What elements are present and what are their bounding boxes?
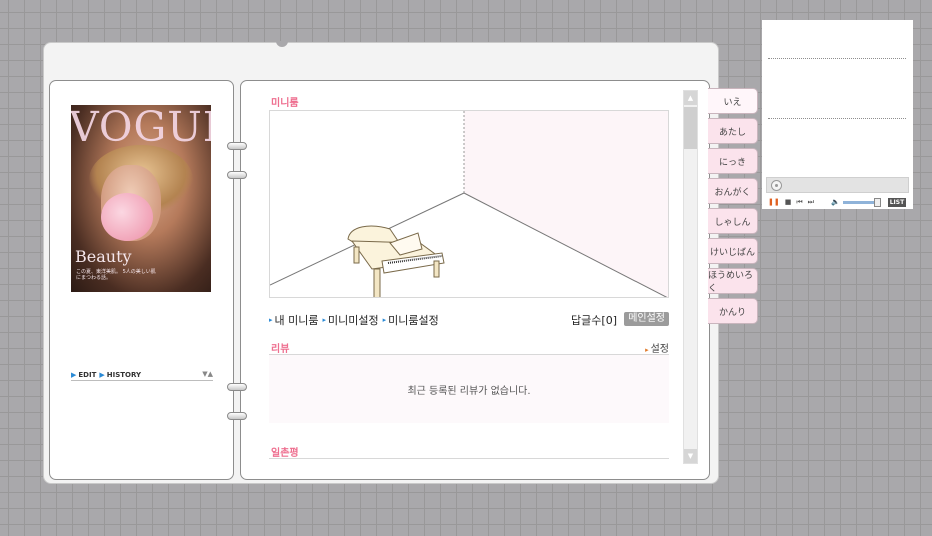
miniroom-canvas[interactable] xyxy=(269,110,669,298)
player-divider xyxy=(768,58,906,59)
triangle-right-icon: ▸ xyxy=(269,316,273,324)
profile-edit-bar: ▶ EDIT ▶ HISTORY ▼▲ xyxy=(71,369,213,381)
player-controls: ❚❚ ■ ⏮ ⏭ 🔈 LIST xyxy=(768,197,908,207)
edit-link[interactable]: EDIT xyxy=(78,371,96,379)
stop-icon[interactable]: ■ xyxy=(785,198,792,206)
binder-notch xyxy=(276,41,288,47)
reply-count[interactable]: 답글수[0] xyxy=(571,312,617,328)
pause-icon[interactable]: ❚❚ xyxy=(768,198,780,206)
player-track-bar xyxy=(766,177,909,193)
volume-slider[interactable] xyxy=(842,197,881,207)
binder-ring xyxy=(227,412,247,420)
review-title: 리뷰 xyxy=(271,344,290,355)
scroll-up-icon[interactable]: ▲ xyxy=(684,91,697,105)
page-scrollbar[interactable]: ▲ ▼ xyxy=(683,90,698,464)
scroll-down-icon[interactable]: ▼ xyxy=(684,449,697,463)
review-empty-box: 최근 등록된 리뷰가 없습니다. xyxy=(269,355,669,423)
miniroom-setting-label: 미니룸설정 xyxy=(388,314,439,327)
volume-icon[interactable]: 🔈 xyxy=(831,198,840,206)
menu-tab-music[interactable]: おんがく xyxy=(708,178,758,204)
photo-magazine-title: VOGUE xyxy=(71,105,211,151)
binder-ring xyxy=(227,383,247,391)
cd-icon xyxy=(771,180,782,191)
review-header: 리뷰 ▸ 설정 xyxy=(269,340,669,355)
expand-arrows-icon[interactable]: ▼▲ xyxy=(202,370,213,378)
menu-tab-guestbook[interactable]: ほうめいろく xyxy=(708,268,758,294)
menu-tab-diary[interactable]: にっき xyxy=(708,148,758,174)
photo-headline: Beauty xyxy=(75,247,132,266)
playlist-button[interactable]: LIST xyxy=(887,197,907,207)
menu-tab-home[interactable]: いえ xyxy=(708,88,758,114)
triangle-right-icon: ▸ xyxy=(322,316,327,324)
miniroom-setting-link[interactable]: ▸ 미니룸설정 xyxy=(383,312,439,328)
binder-ring xyxy=(227,171,247,179)
triangle-right-icon: ▸ xyxy=(645,346,649,354)
miniroom-scene xyxy=(270,111,668,297)
piano-icon xyxy=(347,225,445,297)
review-empty-message: 최근 등록된 리뷰가 없습니다. xyxy=(407,385,531,397)
photo-caption: この夏、東洋美肌。 5人の美しい肌にまつわる話。 xyxy=(76,269,156,281)
minimi-setting-label: 미니미설정 xyxy=(328,314,379,327)
miniroom-title: 미니룸 xyxy=(271,98,299,109)
binder-ring xyxy=(227,142,247,150)
previous-icon[interactable]: ⏮ xyxy=(796,198,802,207)
next-icon[interactable]: ⏭ xyxy=(808,198,814,207)
review-setting-link[interactable]: ▸ 설정 xyxy=(645,340,669,355)
profile-photo: VOGUE Beauty この夏、東洋美肌。 5人の美しい肌にまつわる話。 xyxy=(71,105,211,292)
player-divider xyxy=(768,118,906,119)
minimi-setting-link[interactable]: ▸ 미니미설정 xyxy=(323,312,379,328)
history-link[interactable]: HISTORY xyxy=(107,371,141,379)
review-setting-label: 설정 xyxy=(650,344,669,355)
my-miniroom-label: 내 미니룸 xyxy=(274,314,319,327)
guestline-title: 일촌평 xyxy=(271,448,299,459)
miniroom-nav: ▸ 내 미니룸 ▸ 미니미설정 ▸ 미니룸설정 답글수[0] 메인설정 xyxy=(269,312,669,328)
guestline-header: 일촌평 xyxy=(269,444,669,459)
photo-cotton-candy xyxy=(101,193,153,241)
triangle-right-icon: ▸ xyxy=(382,316,387,324)
volume-knob[interactable] xyxy=(873,197,881,207)
menu-tab-admin[interactable]: かんり xyxy=(708,298,758,324)
music-player: ❚❚ ■ ⏮ ⏭ 🔈 LIST xyxy=(762,20,913,209)
main-setting-button[interactable]: 메인설정 xyxy=(624,312,669,326)
triangle-right-icon: ▶ xyxy=(71,370,77,379)
menu-tab-photo[interactable]: しゃしん xyxy=(708,208,758,234)
my-miniroom-link[interactable]: ▸ 내 미니룸 xyxy=(269,312,319,328)
menu-tab-profile[interactable]: あたし xyxy=(708,118,758,144)
triangle-right-icon: ▶ xyxy=(99,370,105,379)
menu-tab-board[interactable]: けいじばん xyxy=(708,238,758,264)
scroll-thumb[interactable] xyxy=(684,107,697,149)
